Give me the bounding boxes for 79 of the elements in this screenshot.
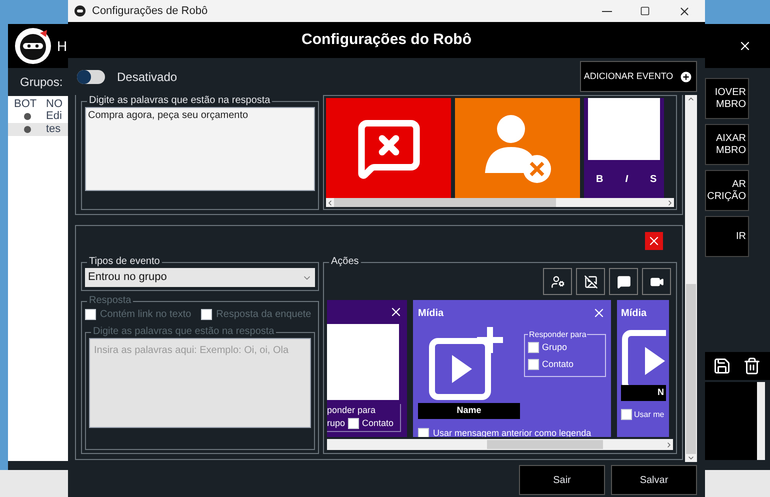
checkbox[interactable] — [621, 409, 632, 420]
message-field[interactable] — [588, 98, 660, 160]
checkbox-label: Contato — [362, 417, 394, 430]
window-title: Configurações de Robô — [92, 4, 208, 19]
name-bar: N — [621, 384, 666, 401]
side-button[interactable]: IR — [705, 216, 749, 257]
event-type-select[interactable]: Entrou no grupo — [85, 268, 315, 287]
group-label: Resposta — [88, 295, 132, 307]
minimize-icon[interactable] — [602, 10, 612, 12]
message-field[interactable] — [327, 324, 399, 400]
close-icon — [678, 4, 691, 18]
app-title: H — [57, 36, 68, 56]
side-button[interactable]: AR CRIÇÃO — [705, 170, 749, 211]
group-label: Responder para — [528, 328, 588, 341]
horizontal-scrollbar[interactable] — [327, 439, 673, 450]
group-label: ponder para — [327, 404, 377, 417]
message-icon — [616, 274, 630, 288]
chevron-right-icon[interactable] — [665, 440, 673, 449]
chevron-right-icon[interactable] — [666, 198, 674, 206]
add-event-button[interactable]: ADICIONAR EVENTO — [580, 61, 697, 92]
format-button[interactable]: I — [623, 172, 630, 186]
card-title: Mídia — [621, 306, 648, 321]
delete-event-button[interactable] — [645, 232, 663, 250]
side-button[interactable]: AIXAR MBRO — [705, 124, 749, 165]
toggle-label: Desativado — [117, 68, 178, 86]
checkbox-label: Resposta da enquete — [216, 308, 312, 322]
checkbox-label: Usar mensagem anterior como legenda — [433, 426, 592, 438]
table-row[interactable]: tes — [8, 123, 68, 136]
action-tool-button[interactable] — [642, 268, 671, 295]
format-button[interactable]: B — [594, 172, 606, 186]
format-button[interactable]: S — [648, 172, 659, 186]
save-icon — [713, 357, 731, 375]
checkbox[interactable] — [528, 342, 539, 353]
column-header[interactable]: BOT — [8, 96, 46, 110]
maximize-icon — [640, 6, 650, 16]
checkbox[interactable] — [418, 428, 429, 438]
toggle-switch[interactable] — [77, 70, 105, 84]
image-off-icon — [584, 274, 598, 288]
card-title: Mídia — [418, 306, 444, 321]
ninja-logo — [14, 27, 52, 65]
dialog-heading: Configurações do Robô — [302, 30, 472, 50]
trash-icon — [743, 357, 761, 375]
action-tool-button[interactable] — [609, 268, 638, 295]
checkbox[interactable] — [348, 418, 360, 430]
table-cell-text: Edi — [46, 109, 62, 124]
groups-label: Grupos: — [20, 74, 63, 91]
group-label: Digite as palavras que estão na resposta — [88, 95, 272, 107]
checkbox-label: Contato — [542, 358, 574, 372]
plus-icon — [679, 70, 694, 84]
name-bar: Name — [418, 402, 520, 419]
add-media-icon — [621, 328, 666, 385]
column-header[interactable]: NO — [46, 96, 68, 110]
checkbox[interactable] — [528, 359, 539, 370]
checkbox-label: Contém link no texto — [100, 308, 192, 322]
action-tool-button[interactable] — [576, 268, 605, 295]
app-icon — [74, 5, 86, 17]
horizontal-scrollbar[interactable] — [326, 198, 674, 207]
group-label: Ações — [330, 256, 360, 268]
table-cell-text: tes — [46, 122, 61, 138]
group-label: Tipos de evento — [88, 256, 161, 268]
chevron-left-icon[interactable] — [326, 198, 334, 206]
footer-button[interactable]: Sair — [519, 465, 605, 495]
words-field[interactable]: Compra agora, peça seu orçamento — [85, 107, 315, 191]
close-icon — [647, 234, 661, 248]
remove-message-tile[interactable] — [326, 98, 451, 198]
user-gear-icon — [550, 274, 564, 288]
checkbox-label: Grupo — [542, 340, 568, 354]
chevron-down-icon[interactable] — [687, 454, 695, 462]
action-tool-button[interactable] — [543, 268, 572, 295]
footer-button[interactable]: Salvar — [611, 465, 697, 495]
table-row[interactable]: Edi — [8, 110, 68, 123]
remove-contact-tile[interactable] — [455, 98, 580, 198]
side-button[interactable]: IOVER MBRO — [705, 78, 749, 119]
group-label: Digite as palavras que estão na resposta — [92, 326, 276, 338]
checkbox-label: Usar me — [634, 408, 664, 421]
close-icon — [738, 39, 752, 53]
chevron-up-icon[interactable] — [687, 95, 695, 103]
checkbox-label: rupo — [327, 417, 346, 430]
vertical-scrollbar[interactable] — [685, 95, 697, 462]
